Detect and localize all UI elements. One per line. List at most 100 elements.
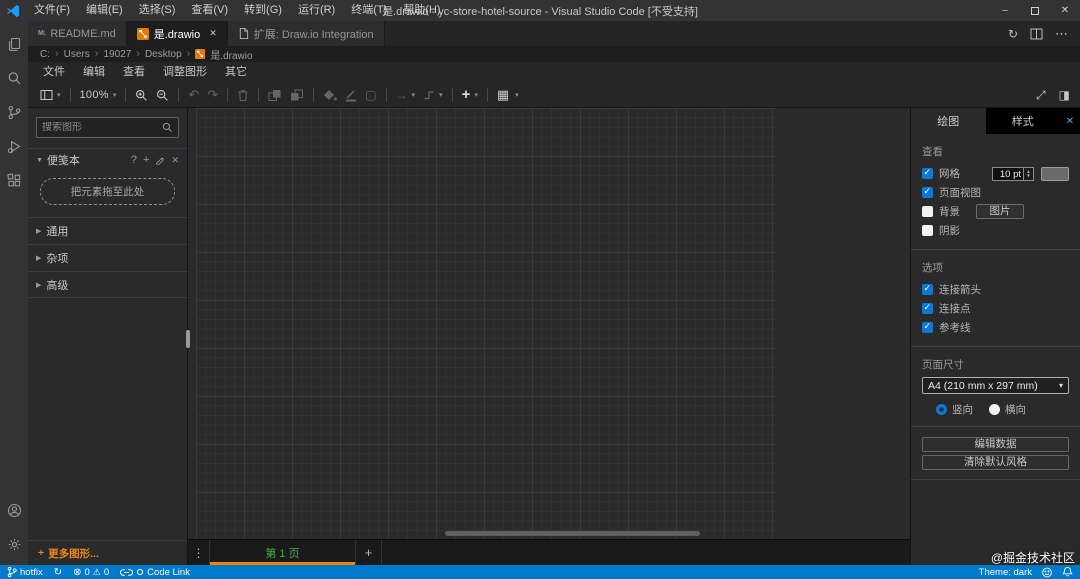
section-advanced[interactable]: 高级 [28, 271, 187, 298]
scratchpad-drop-area[interactable]: 把元素拖至此处 [40, 178, 175, 205]
grid-size-stepper[interactable]: ▲ ▼ [1024, 166, 1034, 181]
shape-search-input[interactable] [42, 122, 158, 133]
fill-color-icon[interactable] [323, 89, 337, 102]
portrait-option[interactable]: 竖向 [936, 402, 973, 417]
problems-status[interactable]: 0 0 [73, 567, 110, 578]
codelink-status[interactable]: Code Link [120, 567, 190, 578]
theme-status[interactable]: Theme: dark [979, 567, 1032, 578]
split-editor-icon[interactable] [1030, 28, 1043, 40]
drawio-menu-file[interactable]: 文件 [34, 62, 74, 83]
to-back-icon[interactable] [290, 89, 304, 102]
sync-icon[interactable] [54, 567, 62, 578]
pages-menu-icon[interactable] [188, 540, 210, 565]
background-image-button[interactable]: 图片 [976, 204, 1024, 219]
close-scratchpad-icon[interactable] [171, 154, 179, 166]
grid-color-swatch[interactable] [1041, 166, 1069, 181]
menu-selection[interactable]: 选择(S) [131, 0, 184, 21]
explorer-icon[interactable] [0, 27, 28, 61]
notifications-bell-icon[interactable] [1062, 566, 1073, 578]
minimize-button[interactable]: – [990, 0, 1020, 21]
edit-pencil-icon[interactable] [155, 155, 165, 165]
guides-checkbox[interactable] [922, 321, 933, 333]
tab-readme[interactable]: README.md [28, 21, 127, 46]
search-icon[interactable] [0, 61, 28, 95]
git-branch-status[interactable]: hotfix [7, 566, 43, 578]
to-front-icon[interactable] [268, 89, 282, 102]
connection-points-checkbox[interactable] [922, 302, 933, 314]
section-misc[interactable]: 杂项 [28, 244, 187, 271]
menu-view[interactable]: 查看(V) [183, 0, 236, 21]
restore-button[interactable] [1020, 0, 1050, 21]
more-shapes-button[interactable]: 更多图形... [28, 540, 187, 565]
settings-gear-icon[interactable] [0, 527, 28, 561]
shadow-checkbox[interactable] [922, 225, 933, 236]
tab-style[interactable]: 样式 [986, 108, 1061, 134]
breadcrumb-desktop[interactable]: Desktop [145, 49, 182, 60]
page-tab-1[interactable]: 第 1 页 [210, 540, 356, 565]
menu-help[interactable]: 帮助(H) [395, 0, 448, 21]
fullscreen-icon[interactable] [1036, 88, 1046, 103]
background-checkbox[interactable] [922, 206, 933, 217]
menu-file[interactable]: 文件(F) [26, 0, 78, 21]
edit-data-button[interactable]: 编辑数据 [922, 437, 1069, 452]
tab-drawio[interactable]: 是.drawio [126, 21, 228, 46]
close-panel-icon[interactable] [1060, 108, 1080, 134]
clear-default-style-button[interactable]: 清除默认风格 [922, 455, 1069, 470]
close-button[interactable]: ✕ [1050, 0, 1080, 21]
breadcrumb-file[interactable]: 是.drawio [210, 47, 252, 62]
tab-diagram[interactable]: 绘图 [911, 108, 986, 134]
run-and-debug-icon[interactable] [0, 129, 28, 163]
scratchpad-title: 便笺本 [46, 155, 80, 167]
portrait-radio[interactable] [936, 404, 947, 415]
scratchpad-header[interactable]: 便笺本 [28, 148, 187, 171]
format-panel-toggle-icon[interactable] [1059, 88, 1070, 102]
help-icon[interactable] [131, 154, 137, 166]
zoom-out-icon[interactable] [156, 89, 169, 102]
close-tab-icon[interactable] [209, 28, 217, 39]
drawio-menu-arrange[interactable]: 调整图形 [154, 62, 216, 83]
zoom-in-icon[interactable] [135, 89, 148, 102]
table-icon[interactable] [497, 87, 509, 103]
menu-terminal[interactable]: 终端(T) [343, 0, 395, 21]
panel-resize-grip[interactable] [186, 330, 190, 348]
drawio-menu-view[interactable]: 查看 [114, 62, 154, 83]
breadcrumb-user[interactable]: 19027 [103, 49, 131, 60]
horizontal-scrollbar[interactable] [445, 531, 700, 536]
drawing-canvas[interactable] [188, 108, 910, 539]
tab-extension[interactable]: 扩展: Draw.io Integration [227, 21, 385, 46]
menu-edit[interactable]: 编辑(E) [78, 0, 131, 21]
menu-run[interactable]: 运行(R) [290, 0, 343, 21]
extensions-icon[interactable] [0, 163, 28, 197]
redo-icon[interactable] [207, 87, 218, 103]
more-actions-icon[interactable] [1055, 26, 1068, 42]
breadcrumb-users[interactable]: Users [64, 49, 90, 60]
source-control-icon[interactable] [0, 95, 28, 129]
view-panels-icon[interactable] [40, 89, 61, 101]
page-size-select[interactable]: A4 (210 mm x 297 mm) [922, 377, 1069, 394]
section-general[interactable]: 通用 [28, 217, 187, 244]
landscape-option[interactable]: 横向 [989, 402, 1026, 417]
breadcrumb-drive[interactable]: C: [40, 49, 50, 60]
page-view-checkbox[interactable] [922, 186, 933, 198]
landscape-radio[interactable] [989, 404, 1000, 415]
editor-actions [996, 21, 1080, 46]
grid-size-input[interactable]: 10 pt [992, 166, 1024, 181]
drawio-menu-extras[interactable]: 其它 [216, 62, 256, 83]
connection-style-icon[interactable] [396, 88, 416, 102]
open-changes-icon[interactable] [1008, 27, 1018, 41]
feedback-smiley-icon[interactable] [1041, 567, 1053, 578]
connection-arrows-checkbox[interactable] [922, 283, 933, 295]
drawio-menu-edit[interactable]: 编辑 [74, 62, 114, 83]
waypoints-icon[interactable] [423, 89, 443, 101]
shadow-icon[interactable] [365, 88, 376, 102]
line-color-icon[interactable] [345, 89, 357, 102]
grid-checkbox[interactable] [922, 167, 933, 179]
add-icon[interactable] [143, 154, 149, 166]
undo-icon[interactable] [188, 87, 199, 103]
zoom-level-dropdown[interactable]: 100% [80, 89, 117, 101]
delete-icon[interactable] [237, 89, 249, 102]
menu-go[interactable]: 转到(G) [236, 0, 290, 21]
account-icon[interactable] [0, 493, 28, 527]
insert-icon[interactable] [462, 89, 478, 101]
add-page-icon[interactable]: + [356, 540, 382, 565]
